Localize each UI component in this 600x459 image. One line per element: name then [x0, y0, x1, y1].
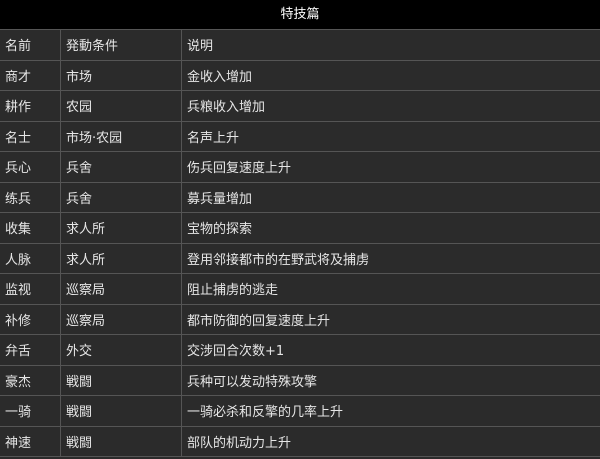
trigger-condition-cell: 戦闘	[60, 395, 182, 427]
description-cell: 部队的机动力上升	[181, 426, 600, 457]
description-cell: 交涉回合次数+1	[181, 334, 600, 366]
trigger-condition-cell: 求人所	[60, 212, 182, 244]
description-cell: 募兵量增加	[181, 182, 600, 213]
skill-name-cell: 补修	[0, 304, 61, 335]
trigger-condition-cell: 戦闘	[60, 365, 182, 396]
table-row: 弁舌 外交 交涉回合次数+1	[0, 334, 600, 366]
skill-name-cell: 耕作	[0, 90, 61, 122]
skill-name-cell: 名士	[0, 121, 61, 152]
table-row: 一骑 戦闘 一骑必杀和反擎的几率上升	[0, 395, 600, 427]
description-cell: 名声上升	[181, 121, 600, 152]
trigger-condition-cell: 外交	[60, 334, 182, 366]
description-cell: 阻止捕虏的逃走	[181, 273, 600, 305]
skill-name-cell: 兵心	[0, 151, 61, 183]
column-header-description: 说明	[181, 29, 600, 61]
column-header-name: 名前	[0, 29, 61, 61]
skill-name-cell: 一骑	[0, 395, 61, 427]
table-row: 神速 戦闘 部队的机动力上升	[0, 426, 600, 457]
trigger-condition-cell: 农园	[60, 90, 182, 122]
trigger-condition-cell: 戦闘	[60, 426, 182, 457]
table-row: 名士 市场·农园 名声上升	[0, 121, 600, 152]
table-row: 商才 市场 金收入增加	[0, 60, 600, 91]
page-title: 特技篇	[0, 0, 600, 29]
skill-name-cell: 神速	[0, 426, 61, 457]
column-header-condition: 発動条件	[60, 29, 182, 61]
skill-name-cell: 收集	[0, 212, 61, 244]
description-cell: 伤兵回复速度上升	[181, 151, 600, 183]
trigger-condition-cell: 市场	[60, 60, 182, 91]
table-header-row: 名前 発動条件 说明	[0, 29, 600, 61]
table-row: 豪杰 戦闘 兵种可以发动特殊攻擎	[0, 365, 600, 396]
skill-name-cell: 弁舌	[0, 334, 61, 366]
description-cell: 都市防御的回复速度上升	[181, 304, 600, 335]
trigger-condition-cell: 求人所	[60, 243, 182, 274]
table-row: 监视 巡察局 阻止捕虏的逃走	[0, 273, 600, 305]
description-cell: 一骑必杀和反擎的几率上升	[181, 395, 600, 427]
description-cell: 兵粮收入增加	[181, 90, 600, 122]
skill-name-cell: 豪杰	[0, 365, 61, 396]
trigger-condition-cell: 兵舍	[60, 151, 182, 183]
skills-table: 名前 発動条件 说明 商才 市场 金收入增加 耕作 农园 兵粮收入增加 名士 市场·农园 名声上…	[0, 29, 600, 457]
table-row: 补修 巡察局 都市防御的回复速度上升	[0, 304, 600, 335]
table-row: 耕作 农园 兵粮收入增加	[0, 90, 600, 122]
table-row: 兵心 兵舍 伤兵回复速度上升	[0, 151, 600, 183]
table-row: 收集 求人所 宝物的探索	[0, 212, 600, 244]
trigger-condition-cell: 巡察局	[60, 304, 182, 335]
description-cell: 宝物的探索	[181, 212, 600, 244]
trigger-condition-cell: 巡察局	[60, 273, 182, 305]
description-cell: 金收入增加	[181, 60, 600, 91]
trigger-condition-cell: 兵舍	[60, 182, 182, 213]
skill-name-cell: 商才	[0, 60, 61, 91]
description-cell: 兵种可以发动特殊攻擎	[181, 365, 600, 396]
skill-name-cell: 监视	[0, 273, 61, 305]
skill-name-cell: 练兵	[0, 182, 61, 213]
table-row: 练兵 兵舍 募兵量增加	[0, 182, 600, 213]
trigger-condition-cell: 市场·农园	[60, 121, 182, 152]
skill-name-cell: 人脉	[0, 243, 61, 274]
table-row: 人脉 求人所 登用邻接都市的在野武将及捕虏	[0, 243, 600, 274]
description-cell: 登用邻接都市的在野武将及捕虏	[181, 243, 600, 274]
